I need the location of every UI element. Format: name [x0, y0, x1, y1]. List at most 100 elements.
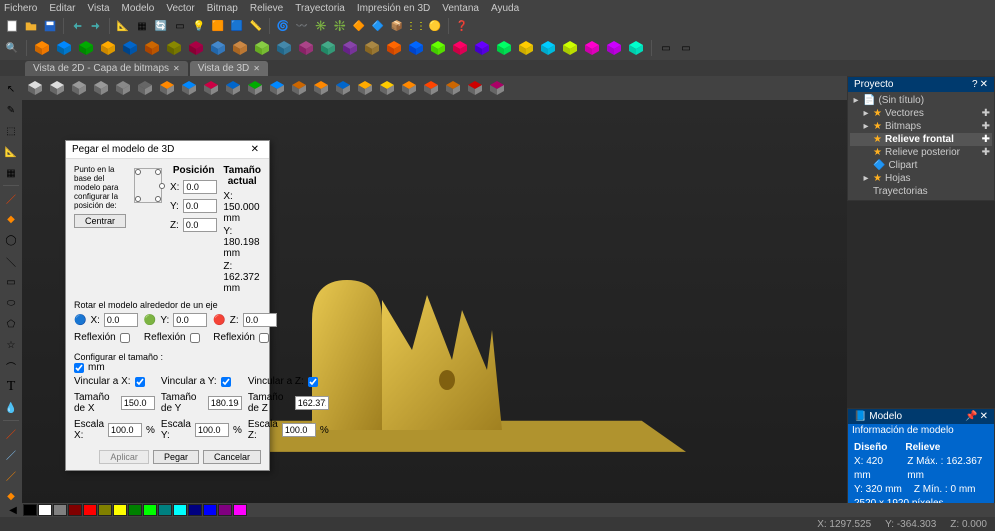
relief-tool-12[interactable] [297, 39, 315, 57]
tab-2dview[interactable]: Vista de 2D - Capa de bitmaps✕ [25, 61, 188, 76]
vp-tool-12[interactable] [290, 79, 308, 97]
relief-tool-10[interactable] [253, 39, 271, 57]
reflect-x-check[interactable] [120, 333, 130, 343]
close-icon[interactable]: ✕ [980, 79, 988, 90]
ellipse-icon[interactable]: ⬭ [2, 294, 20, 312]
self-icon[interactable]: 🟦 [229, 18, 245, 34]
tree-root[interactable]: ▸📄(Sin título) [850, 94, 992, 107]
redo-icon[interactable] [88, 18, 104, 34]
grid-icon[interactable]: ▦ [134, 18, 150, 34]
swatch-10[interactable] [173, 504, 187, 516]
close-icon[interactable]: ✕ [173, 64, 180, 73]
tree-relieve-posterior[interactable]: ★Relieve posterior✚ [850, 146, 992, 159]
mm-check[interactable] [74, 363, 84, 373]
menu-bitmap[interactable]: Bitmap [207, 3, 238, 14]
vp-tool-4[interactable] [114, 79, 132, 97]
vp-tool-2[interactable] [70, 79, 88, 97]
relief-tool-13[interactable] [319, 39, 337, 57]
centrar-button[interactable]: Centrar [74, 214, 126, 228]
fill-icon[interactable]: 💧 [2, 399, 20, 417]
close-icon[interactable]: ✕ [253, 64, 260, 73]
relief-tool-6[interactable] [165, 39, 183, 57]
measure-icon[interactable]: 📐 [115, 18, 131, 34]
pen-icon[interactable]: ／ [2, 189, 20, 207]
circle-icon[interactable]: ◯ [2, 231, 20, 249]
relief-tool-11[interactable] [275, 39, 293, 57]
3d-swirl-icon[interactable]: 🌀 [275, 18, 291, 34]
model-panel-header[interactable]: 📘 Modelo 📌✕ [848, 409, 994, 424]
3d-wave-icon[interactable]: 〰️ [294, 18, 310, 34]
tree-hojas[interactable]: ▸★Hojas [850, 172, 992, 185]
vp-tool-16[interactable] [378, 79, 396, 97]
menu-impresion3d[interactable]: Impresión en 3D [357, 3, 430, 14]
open-icon[interactable] [23, 18, 39, 34]
relief-tool-4[interactable] [121, 39, 139, 57]
pos-x-input[interactable] [183, 180, 217, 194]
smooth-icon[interactable]: ／ [2, 445, 20, 463]
vp-tool-9[interactable] [224, 79, 242, 97]
dialog-titlebar[interactable]: Pegar el modelo de 3D ✕ [66, 141, 269, 159]
brush-icon[interactable]: ◆ [2, 210, 20, 228]
relief-tool-26[interactable] [605, 39, 623, 57]
relief-tool-25[interactable] [583, 39, 601, 57]
swatch-1[interactable] [38, 504, 52, 516]
tree-clipart[interactable]: 🔷Clipart [850, 159, 992, 172]
vp-tool-13[interactable] [312, 79, 330, 97]
swatch-8[interactable] [143, 504, 157, 516]
tab-3dview[interactable]: Vista de 3D✕ [190, 61, 268, 76]
vp-tool-1[interactable] [48, 79, 66, 97]
measure2-icon[interactable]: 📐 [2, 143, 20, 161]
rot-x-input[interactable] [104, 313, 138, 327]
menu-editar[interactable]: Editar [49, 3, 75, 14]
arc-icon[interactable]: ⌒ [2, 357, 20, 375]
vp-tool-15[interactable] [356, 79, 374, 97]
relief-tool-18[interactable] [429, 39, 447, 57]
tree-bitmaps[interactable]: ▸★Bitmaps✚ [850, 120, 992, 133]
paste-button[interactable]: Pegar [153, 450, 199, 464]
star-icon[interactable]: ☆ [2, 336, 20, 354]
text-icon[interactable]: T [2, 378, 20, 396]
rotate-icon[interactable]: 🔄 [153, 18, 169, 34]
swatch-0[interactable] [23, 504, 37, 516]
light-icon[interactable]: 💡 [191, 18, 207, 34]
line-icon[interactable]: ＼ [2, 252, 20, 270]
window-tile-icon[interactable]: ▭ [678, 40, 694, 56]
3d-spark-icon[interactable]: ❇️ [332, 18, 348, 34]
swatch-2[interactable] [53, 504, 67, 516]
relief-tool-17[interactable] [407, 39, 425, 57]
close-icon[interactable]: ✕ [247, 144, 263, 155]
menu-modelo[interactable]: Modelo [122, 3, 155, 14]
swatch-14[interactable] [233, 504, 247, 516]
menu-ayuda[interactable]: Ayuda [491, 3, 519, 14]
tree-trayectorias[interactable]: Trayectorias [850, 185, 992, 198]
link-x-check[interactable] [135, 377, 145, 387]
reflect-z-check[interactable] [259, 333, 269, 343]
3d-pack-icon[interactable]: 📦 [389, 18, 405, 34]
relief-tool-23[interactable] [539, 39, 557, 57]
project-panel-header[interactable]: Proyecto ?✕ [848, 77, 994, 92]
scale-y-input[interactable] [195, 423, 229, 437]
vp-tool-3[interactable] [92, 79, 110, 97]
swatch-13[interactable] [218, 504, 232, 516]
relief-tool-7[interactable] [187, 39, 205, 57]
sculpt-icon[interactable]: ／ [2, 424, 20, 442]
relief-tool-14[interactable] [341, 39, 359, 57]
node-edit-icon[interactable]: ✎ [2, 101, 20, 119]
relief-tool-2[interactable] [77, 39, 95, 57]
swatch-3[interactable] [68, 504, 82, 516]
vp-tool-6[interactable] [158, 79, 176, 97]
close-icon[interactable]: ✕ [980, 411, 988, 422]
swatch-11[interactable] [188, 504, 202, 516]
menu-vista[interactable]: Vista [87, 3, 109, 14]
align-icon[interactable]: 📏 [248, 18, 264, 34]
3d-sphere-icon[interactable]: 🟡 [427, 18, 443, 34]
help-icon[interactable]: ? [972, 79, 978, 90]
relief-tool-3[interactable] [99, 39, 117, 57]
3d-layer-icon[interactable]: 🔷 [370, 18, 386, 34]
3d-star-icon[interactable]: ✳️ [313, 18, 329, 34]
undo-icon[interactable] [69, 18, 85, 34]
smudge-icon[interactable]: ／ [2, 466, 20, 484]
swatch-7[interactable] [128, 504, 142, 516]
relief-tool-16[interactable] [385, 39, 403, 57]
grid2-icon[interactable]: ▦ [2, 164, 20, 182]
